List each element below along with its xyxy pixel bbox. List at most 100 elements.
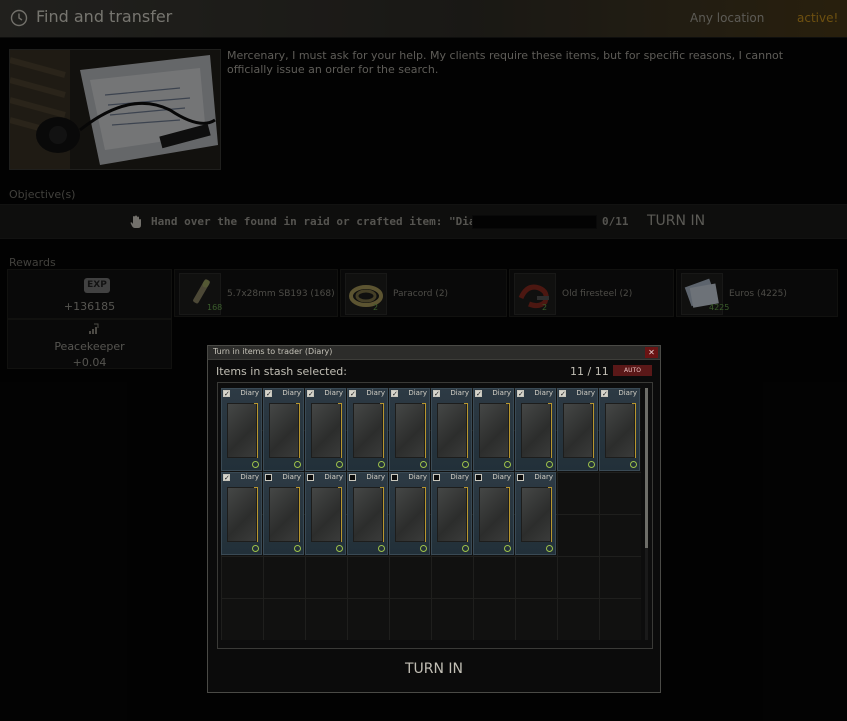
stash-item-diary[interactable]: Diary [305, 472, 346, 555]
item-checkbox[interactable]: ✓ [433, 390, 440, 398]
found-in-raid-icon [546, 545, 553, 552]
diary-icon [563, 403, 594, 458]
found-in-raid-icon [504, 545, 511, 552]
item-label: Diary [240, 389, 259, 397]
item-checkbox[interactable]: ✓ [265, 390, 272, 398]
stash-item-diary[interactable]: ✓ Diary [347, 388, 388, 471]
item-label: Diary [618, 389, 637, 397]
stash-item-diary[interactable]: ✓ Diary [431, 388, 472, 471]
objective-turn-in-button[interactable]: TURN IN [647, 213, 705, 229]
dialog-turn-in-button[interactable]: TURN IN [208, 661, 660, 677]
found-in-raid-icon [336, 545, 343, 552]
reward-item-ammo[interactable]: 5.7x28mm SB193 (168) 168 [174, 269, 338, 317]
item-checkbox[interactable] [349, 474, 356, 481]
stash-item-diary[interactable]: ✓ Diary [221, 472, 262, 555]
item-label: Diary [534, 473, 553, 481]
item-label: Diary [282, 389, 301, 397]
stash-item-diary[interactable]: Diary [431, 472, 472, 555]
reward-item-count: 2 [542, 303, 548, 312]
stash-item-diary[interactable]: ✓ Diary [557, 388, 598, 471]
auto-select-button[interactable]: AUTO [613, 365, 652, 376]
found-in-raid-icon [294, 461, 301, 468]
exp-icon: EXP [84, 278, 110, 293]
objective-progress-bar [472, 215, 597, 229]
reward-item-paracord[interactable]: Paracord (2) 2 [340, 269, 507, 317]
item-checkbox[interactable] [265, 474, 272, 481]
stash-scrollbar[interactable] [645, 388, 648, 640]
diary-icon [605, 403, 636, 458]
turn-in-dialog: Turn in items to trader (Diary) ✕ Items … [207, 345, 661, 693]
diary-icon [353, 403, 384, 458]
found-in-raid-icon [378, 461, 385, 468]
selected-count: 11 / 11 [570, 365, 609, 378]
dialog-titlebar[interactable]: Turn in items to trader (Diary) ✕ [208, 346, 660, 360]
stash-item-diary[interactable]: Diary [263, 472, 304, 555]
item-checkbox[interactable]: ✓ [349, 390, 356, 398]
found-in-raid-icon [630, 461, 637, 468]
reward-item-firesteel[interactable]: Old firesteel (2) 2 [509, 269, 674, 317]
item-checkbox[interactable] [433, 474, 440, 481]
reward-item-euros[interactable]: Euros (4225) 4225 [676, 269, 838, 317]
found-in-raid-icon [462, 461, 469, 468]
item-checkbox[interactable] [391, 474, 398, 481]
reward-item-count: 168 [207, 303, 223, 312]
rewards-header: Rewards [9, 256, 56, 269]
diary-icon [311, 403, 342, 458]
stash-grid: ✓ Diary ✓ Diary ✓ Diary ✓ Diary ✓ Diary ✓ Diary ✓ Dia… [221, 388, 641, 640]
found-in-raid-icon [462, 545, 469, 552]
found-in-raid-icon [378, 545, 385, 552]
diary-icon [269, 403, 300, 458]
reward-item-count: 2 [373, 303, 379, 312]
desk-photo [10, 50, 220, 169]
stash-item-diary[interactable]: ✓ Diary [515, 388, 556, 471]
item-checkbox[interactable]: ✓ [223, 474, 230, 482]
item-checkbox[interactable]: ✓ [601, 390, 608, 398]
item-checkbox[interactable]: ✓ [307, 390, 314, 398]
item-checkbox[interactable]: ✓ [559, 390, 566, 398]
diary-icon [479, 403, 510, 458]
stash-panel: ✓ Diary ✓ Diary ✓ Diary ✓ Diary ✓ Diary ✓ Diary ✓ Dia… [217, 382, 653, 649]
stash-item-diary[interactable]: ✓ Diary [263, 388, 304, 471]
stash-item-diary[interactable]: Diary [389, 472, 430, 555]
objectives-header: Objective(s) [9, 188, 76, 201]
diary-icon [395, 487, 426, 542]
stash-item-diary[interactable]: Diary [473, 472, 514, 555]
item-checkbox[interactable]: ✓ [517, 390, 524, 398]
close-icon[interactable]: ✕ [645, 347, 658, 358]
found-in-raid-icon [252, 461, 259, 468]
stash-item-diary[interactable]: ✓ Diary [473, 388, 514, 471]
found-in-raid-icon [294, 545, 301, 552]
diary-icon [521, 403, 552, 458]
diary-icon [269, 487, 300, 542]
quest-title: Find and transfer [36, 7, 173, 26]
dialog-subtitle: Items in stash selected: [216, 365, 347, 378]
diary-icon [395, 403, 426, 458]
stash-item-diary[interactable]: ✓ Diary [599, 388, 640, 471]
objective-text: Hand over the found in raid or crafted i… [151, 215, 496, 228]
stash-item-diary[interactable]: Diary [347, 472, 388, 555]
diary-icon [353, 487, 384, 542]
diary-icon [437, 403, 468, 458]
item-label: Diary [240, 473, 259, 481]
item-checkbox[interactable]: ✓ [475, 390, 482, 398]
item-label: Diary [450, 473, 469, 481]
found-in-raid-icon [252, 545, 259, 552]
found-in-raid-icon [504, 461, 511, 468]
reward-item-name: Euros (4225) [729, 289, 787, 299]
item-checkbox[interactable] [517, 474, 524, 481]
item-label: Diary [282, 473, 301, 481]
quest-image [9, 49, 221, 170]
stash-item-diary[interactable]: ✓ Diary [305, 388, 346, 471]
item-label: Diary [450, 389, 469, 397]
item-checkbox[interactable]: ✓ [223, 390, 230, 398]
stash-item-diary[interactable]: ✓ Diary [221, 388, 262, 471]
item-checkbox[interactable] [307, 474, 314, 481]
item-checkbox[interactable]: ✓ [391, 390, 398, 398]
stash-item-diary[interactable]: ✓ Diary [389, 388, 430, 471]
stash-scrollbar-thumb[interactable] [645, 388, 648, 548]
item-checkbox[interactable] [475, 474, 482, 481]
stash-item-diary[interactable]: Diary [515, 472, 556, 555]
reward-item-count: 4225 [709, 303, 730, 312]
reward-item-name: Paracord (2) [393, 289, 449, 299]
diary-icon [437, 487, 468, 542]
